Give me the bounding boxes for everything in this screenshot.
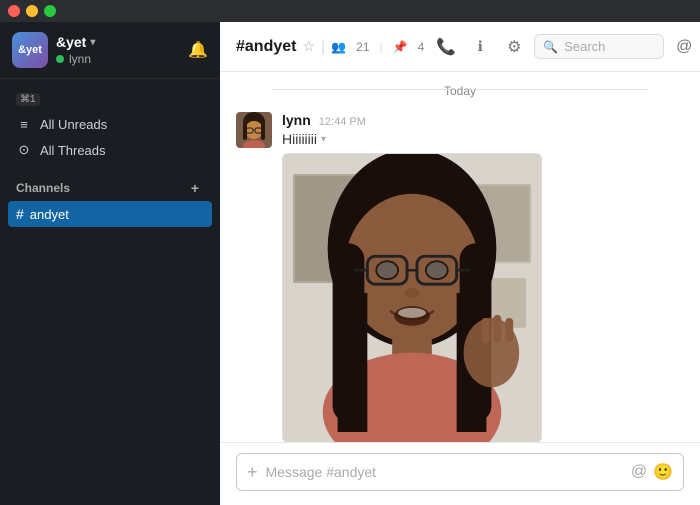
at-message-icon[interactable]: @ — [631, 463, 647, 481]
sidebar-kbd: ⌘1 — [0, 87, 220, 112]
at-button[interactable]: @ — [670, 33, 698, 61]
sender-name: lynn — [282, 112, 311, 128]
gear-icon: ⚙ — [507, 37, 521, 57]
user-status: lynn — [56, 52, 180, 66]
gear-button[interactable]: ⚙ — [500, 33, 528, 61]
all-threads-label: All Threads — [40, 143, 106, 158]
pins-icon: 📌 — [393, 40, 408, 54]
message-content: lynn 12:44 PM Hiiiiiiii ▾ — [282, 112, 684, 442]
maximize-button[interactable] — [44, 5, 56, 17]
unreads-icon: ≡ — [16, 117, 32, 132]
sidebar-nav: ⌘1 ≡ All Unreads ⊙ All Threads — [0, 79, 220, 171]
message-input-box: + @ 🙂 — [236, 453, 684, 491]
channel-title-area: #andyet ☆ | 👥 21 | 📌 4 — [236, 38, 424, 56]
messages-area[interactable]: Today — [220, 72, 700, 442]
avatar-img — [236, 112, 272, 148]
star-channel-icon[interactable]: ☆ — [302, 38, 315, 55]
bell-icon[interactable]: 🔔 — [188, 40, 208, 60]
channel-name: andyet — [30, 207, 69, 222]
pins-count: 4 — [418, 40, 425, 54]
main-content: #andyet ☆ | 👥 21 | 📌 4 📞 ℹ — [220, 22, 700, 505]
sidebar: &yet &yet ▾ lynn 🔔 ⌘1 ≡ All Unreads — [0, 22, 220, 505]
minimize-button[interactable] — [26, 5, 38, 17]
workspace-info: &yet ▾ lynn — [56, 34, 180, 66]
members-count: 21 — [356, 40, 369, 54]
threads-icon: ⊙ — [16, 142, 32, 158]
phone-button[interactable]: 📞 — [432, 33, 460, 61]
sidebar-item-all-unreads[interactable]: ≡ All Unreads — [0, 112, 220, 137]
channel-hash-icon: # — [16, 206, 24, 222]
message-input-area: + @ 🙂 — [220, 442, 700, 505]
message-item: lynn 12:44 PM Hiiiiiiii ▾ — [236, 106, 684, 442]
input-actions: @ 🙂 — [631, 462, 673, 482]
channel-title: #andyet — [236, 38, 296, 56]
workspace-chevron: ▾ — [90, 37, 95, 48]
status-dot-online — [56, 55, 64, 63]
add-channel-button[interactable]: + — [186, 179, 204, 197]
channels-section-header: Channels + — [0, 171, 220, 201]
phone-icon: 📞 — [436, 37, 456, 57]
emoji-icon[interactable]: 🙂 — [653, 462, 673, 482]
message-body: Hiiiiiiii — [282, 131, 317, 147]
info-button[interactable]: ℹ — [466, 33, 494, 61]
channels-label: Channels — [16, 181, 70, 195]
app-body: &yet &yet ▾ lynn 🔔 ⌘1 ≡ All Unreads — [0, 22, 700, 505]
channel-header: #andyet ☆ | 👥 21 | 📌 4 📞 ℹ — [220, 22, 700, 72]
members-icon: 👥 — [331, 40, 346, 54]
message-header: lynn 12:44 PM — [282, 112, 684, 128]
user-name: lynn — [69, 52, 91, 66]
info-icon: ℹ — [478, 38, 483, 55]
sidebar-item-all-threads[interactable]: ⊙ All Threads — [0, 137, 220, 163]
avatar — [236, 112, 272, 148]
search-input[interactable] — [564, 39, 655, 54]
title-bar — [0, 0, 700, 22]
close-button[interactable] — [8, 5, 20, 17]
message-input[interactable] — [266, 464, 623, 480]
at-icon: @ — [676, 38, 692, 56]
message-dropdown-icon[interactable]: ▾ — [321, 134, 326, 145]
channel-meta: 👥 21 | 📌 4 — [331, 40, 424, 54]
app-logo: &yet — [12, 32, 48, 68]
message-photo — [282, 153, 542, 442]
sidebar-header: &yet &yet ▾ lynn 🔔 — [0, 22, 220, 79]
workspace-name[interactable]: &yet ▾ — [56, 34, 180, 50]
search-icon: 🔍 — [543, 40, 558, 54]
date-divider: Today — [236, 72, 684, 106]
channel-item-andyet[interactable]: # andyet — [8, 201, 212, 227]
timestamp: 12:44 PM — [319, 116, 366, 128]
all-unreads-label: All Unreads — [40, 117, 107, 132]
header-actions: 📞 ℹ ⚙ 🔍 @ ☆ ⋮ — [432, 33, 700, 61]
date-label: Today — [444, 84, 476, 98]
add-attachment-button[interactable]: + — [247, 463, 258, 481]
search-box[interactable]: 🔍 — [534, 34, 664, 59]
message-text: Hiiiiiiii ▾ — [282, 131, 684, 147]
